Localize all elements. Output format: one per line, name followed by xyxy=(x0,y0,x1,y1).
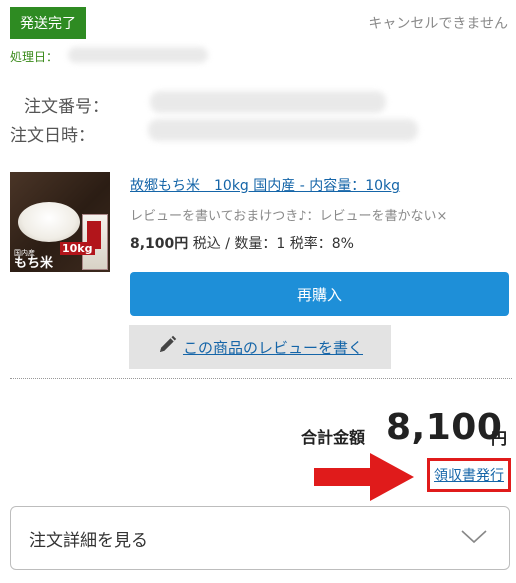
product-title-link[interactable]: 故郷もち米 10kg 国内産 - 内容量：10kg xyxy=(130,175,400,195)
write-review-button[interactable]: この商品のレビューを書く xyxy=(129,325,391,369)
rebuy-button[interactable]: 再購入 xyxy=(130,272,509,316)
processed-date-redacted xyxy=(68,47,208,63)
thumbnail-badge: 10kg xyxy=(60,242,95,255)
order-number-redacted xyxy=(150,91,386,113)
total-unit: 円 xyxy=(491,429,508,448)
review-bonus-note: レビューを書いておまけつき♪：レビューを書かない× xyxy=(130,209,448,224)
price-detail: 税込 / 数量：1 税率：8% xyxy=(188,236,354,252)
status-badge: 発送完了 xyxy=(10,7,86,39)
order-number-label: 注文番号： xyxy=(24,97,109,117)
order-details-toggle[interactable]: 注文詳細を見る xyxy=(10,506,510,570)
price-line: 8,100円 税込 / 数量：1 税率：8% xyxy=(130,233,354,253)
item-price: 8,100円 xyxy=(130,236,189,252)
chevron-down-icon xyxy=(461,529,487,548)
section-divider xyxy=(10,378,512,379)
pencil-icon xyxy=(157,335,177,359)
rice-bowl-graphic xyxy=(18,202,80,242)
product-thumbnail[interactable]: 国内産 もち米 10kg xyxy=(10,172,110,272)
write-review-label: この商品のレビューを書く xyxy=(182,338,363,357)
cancel-note: キャンセルできません xyxy=(368,16,508,32)
total-label: 合計金額 xyxy=(301,428,366,447)
thumbnail-text: もち米 xyxy=(14,256,54,271)
receipt-button[interactable]: 領収書発行 xyxy=(427,458,511,492)
arrow-right-icon xyxy=(314,453,414,501)
order-details-label: 注文詳細を見る xyxy=(29,530,148,551)
receipt-link[interactable]: 領収書発行 xyxy=(434,465,504,485)
order-date-label: 注文日時： xyxy=(10,126,95,146)
order-date-redacted xyxy=(148,119,418,141)
processed-date-label: 処理日： xyxy=(10,50,59,64)
total-amount: 8,100 xyxy=(386,407,503,448)
